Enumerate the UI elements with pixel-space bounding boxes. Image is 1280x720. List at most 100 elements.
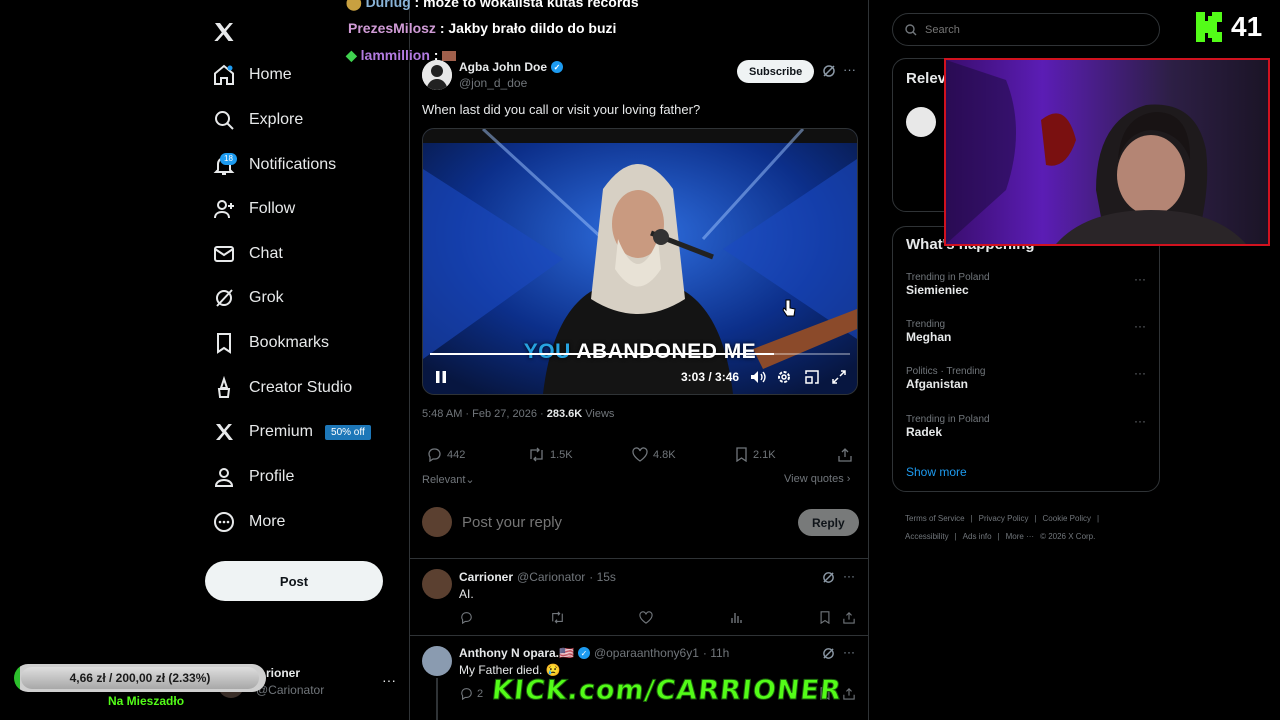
analytics-icon[interactable]	[730, 611, 743, 624]
footer-link-cookies[interactable]: Cookie Policy	[1043, 514, 1091, 523]
comment-more-icon[interactable]: ···	[843, 645, 855, 659]
comment-avatar[interactable]	[422, 646, 452, 676]
nav-label: Bookmarks	[249, 334, 330, 351]
nav-creator-studio[interactable]: Creator Studio	[212, 368, 352, 408]
show-more-link[interactable]: Show more	[906, 465, 967, 479]
relevant-person-avatar[interactable]	[906, 107, 936, 137]
account-handle[interactable]: @Carionator	[256, 683, 324, 697]
comment-avatar[interactable]	[422, 569, 452, 599]
repost-icon[interactable]	[550, 611, 565, 624]
trend-category: Trending	[906, 319, 946, 330]
trend-more-icon[interactable]: ···	[1134, 319, 1146, 333]
repost-count: 1.5K	[550, 448, 573, 461]
repost-action[interactable]: 1.5K	[528, 447, 573, 462]
trend-category: Politics · Trending	[906, 366, 986, 377]
share-action[interactable]	[838, 447, 852, 462]
divider	[410, 558, 868, 559]
picture-in-picture-icon[interactable]	[805, 370, 819, 384]
tweet-author-handle[interactable]: @jon_d_doe	[459, 76, 527, 90]
settings-gear-icon[interactable]	[777, 370, 791, 384]
like-count: 4.8K	[653, 448, 676, 461]
tweet-author-name[interactable]: Agba John Doe ✓	[459, 60, 564, 74]
grok-analyze-icon[interactable]	[822, 64, 836, 78]
nav-premium[interactable]: Premium 50% off	[212, 412, 371, 452]
nav-bookmarks[interactable]: Bookmarks	[212, 323, 329, 363]
nav-explore[interactable]: Explore	[212, 100, 303, 140]
stream-channel-banner: KICK.com/CARRIONER	[490, 675, 844, 707]
trend-more-icon[interactable]: ···	[1134, 366, 1146, 380]
footer-copyright: © 2026 X Corp.	[1040, 532, 1096, 541]
nav-more[interactable]: More	[212, 502, 285, 542]
footer-link-terms[interactable]: Terms of Service	[905, 514, 965, 523]
trend-more-icon[interactable]: ···	[1134, 414, 1146, 428]
share-icon[interactable]	[843, 687, 855, 700]
reply-action[interactable]: 442	[427, 447, 465, 462]
reply-icon[interactable]	[460, 611, 473, 624]
video-progress-track[interactable]	[430, 353, 850, 355]
like-action[interactable]: 4.8K	[632, 447, 676, 462]
heart-icon[interactable]	[639, 611, 653, 624]
account-name[interactable]: rioner	[266, 666, 300, 680]
webcam-frame	[946, 60, 1246, 244]
reply-count: 2	[477, 687, 484, 700]
whats-happening-panel: What's happening Trending in Poland Siem…	[892, 226, 1160, 492]
tweet-meta: 5:48 AM · Feb 27, 2026 · 283.6K Views	[422, 408, 614, 420]
bookmark-small-icon	[736, 447, 747, 462]
fullscreen-icon[interactable]	[832, 370, 846, 384]
repost-icon	[530, 447, 543, 462]
comment-more-icon[interactable]: ···	[843, 569, 855, 583]
footer-link-ads[interactable]: Ads info	[963, 532, 992, 541]
nav-grok[interactable]: Grok	[212, 278, 284, 318]
tweet-timestamp: 5:48 AM · Feb 27, 2026 ·	[422, 408, 547, 420]
share-icon[interactable]	[843, 611, 855, 624]
grok-analyze-icon[interactable]	[822, 647, 835, 660]
hand-cursor-icon	[782, 298, 796, 320]
comment-author[interactable]: Carrioner	[459, 570, 513, 584]
tweet-more-icon[interactable]: ···	[843, 62, 856, 77]
reply-input[interactable]	[460, 513, 784, 532]
trend-item[interactable]: Politics · Trending Afganistan	[906, 366, 985, 391]
reply-action[interactable]: 2	[460, 687, 483, 700]
add-user-icon	[212, 197, 236, 221]
sort-replies-dropdown[interactable]: Relevant⌄	[422, 473, 475, 486]
home-icon	[212, 63, 236, 87]
timeline-right-border	[868, 0, 869, 720]
search-icon	[212, 108, 236, 132]
search-box[interactable]	[892, 13, 1160, 46]
mail-icon	[212, 242, 236, 266]
bookmark-action[interactable]: 2.1K	[735, 447, 776, 462]
tweet-video-player[interactable]: YOU ABANDONED ME 3:03 / 3:46	[422, 128, 858, 395]
x-logo-icon[interactable]	[212, 20, 236, 44]
nav-chat[interactable]: Chat	[212, 234, 283, 274]
footer-separator: |	[1034, 514, 1037, 523]
comment-author[interactable]: Anthony N opara.🇺🇸	[459, 646, 574, 660]
pause-icon[interactable]	[435, 370, 447, 384]
trend-item[interactable]: Trending Meghan	[906, 319, 951, 344]
nav-follow[interactable]: Follow	[212, 189, 295, 229]
comment-handle[interactable]: @oparaanthony6y1	[594, 646, 699, 660]
trend-item[interactable]: Trending in Poland Radek	[906, 414, 990, 439]
footer-link-privacy[interactable]: Privacy Policy	[979, 514, 1029, 523]
footer-link-accessibility[interactable]: Accessibility	[905, 532, 949, 541]
nav-home[interactable]: Home	[212, 55, 292, 95]
trend-category: Trending in Poland	[906, 272, 990, 283]
search-input[interactable]	[923, 22, 1127, 37]
post-button[interactable]: Post	[205, 561, 383, 601]
tweet-text: When last did you call or visit your lov…	[422, 102, 701, 117]
bookmark-icon[interactable]	[819, 611, 831, 624]
grok-analyze-icon[interactable]	[822, 571, 835, 584]
subscribe-button[interactable]: Subscribe	[737, 60, 815, 83]
tweet-author-avatar[interactable]	[422, 60, 452, 90]
account-more-icon[interactable]: ···	[382, 672, 396, 688]
footer-link-more[interactable]: More ···	[1006, 532, 1034, 541]
view-quotes-link[interactable]: View quotes ›	[784, 473, 850, 485]
trend-name: Afganistan	[906, 377, 969, 391]
nav-notifications[interactable]: Notifications	[212, 145, 336, 185]
tweet-views-label: Views	[582, 408, 615, 420]
volume-icon[interactable]	[750, 370, 766, 384]
comment-handle[interactable]: @Carionator	[517, 570, 585, 584]
nav-profile[interactable]: Profile	[212, 457, 294, 497]
trend-item[interactable]: Trending in Poland Siemieniec	[906, 272, 990, 297]
trend-more-icon[interactable]: ···	[1134, 272, 1146, 286]
reply-button[interactable]: Reply	[798, 509, 859, 536]
